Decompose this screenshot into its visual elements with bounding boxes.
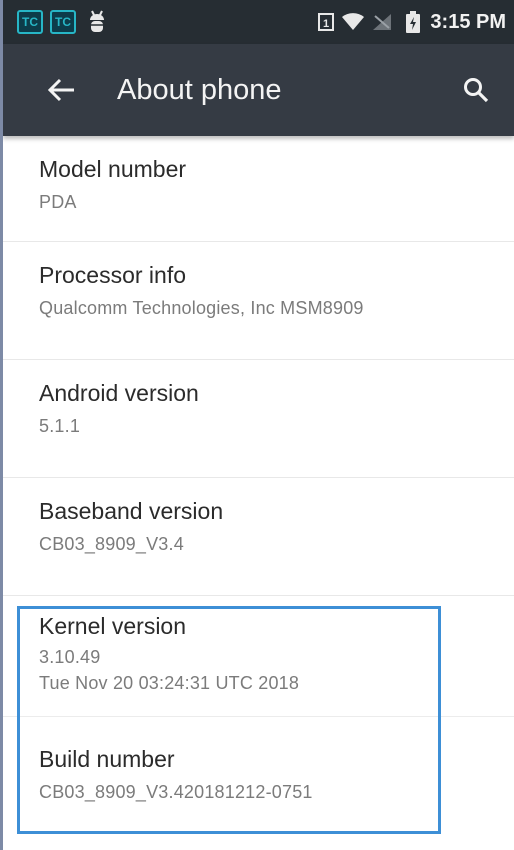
app-bar: About phone bbox=[3, 44, 514, 136]
wifi-icon bbox=[342, 13, 365, 31]
search-icon bbox=[463, 77, 489, 103]
item-title: Baseband version bbox=[39, 498, 224, 524]
item-title: Model number bbox=[39, 156, 187, 182]
page-title: About phone bbox=[117, 73, 282, 106]
back-button[interactable] bbox=[31, 60, 91, 120]
list-item-android-version[interactable]: Android version 5.1.1 bbox=[3, 360, 514, 478]
no-signal-icon bbox=[372, 13, 392, 31]
item-title: Processor info bbox=[39, 262, 187, 288]
android-debug-icon bbox=[87, 9, 107, 35]
status-bar: TC TC 1 3:15 PM bbox=[3, 0, 514, 44]
item-title: Build number bbox=[39, 746, 175, 772]
list-item-baseband-version[interactable]: Baseband version CB03_8909_V3.4 bbox=[3, 478, 514, 596]
status-time: 3:15 PM bbox=[430, 10, 506, 33]
tc-app-icon: TC bbox=[17, 10, 43, 34]
kernel-version-number: 3.10.49 bbox=[39, 647, 101, 667]
battery-charging-icon bbox=[406, 11, 421, 33]
list-item-model-number[interactable]: Model number PDA bbox=[3, 136, 514, 242]
item-value: PDA bbox=[39, 192, 77, 212]
sim-1-icon: 1 bbox=[318, 13, 335, 31]
about-phone-screen: TC TC 1 3:15 PM About phone Model number… bbox=[0, 0, 514, 850]
svg-text:1: 1 bbox=[323, 18, 329, 30]
about-phone-list: Model number PDA Processor info Qualcomm… bbox=[3, 136, 514, 827]
search-button[interactable] bbox=[452, 66, 500, 114]
tc-app-icon: TC bbox=[50, 10, 76, 34]
item-title: Kernel version bbox=[39, 613, 187, 639]
item-value: CB03_8909_V3.420181212-0751 bbox=[39, 782, 313, 802]
item-value: CB03_8909_V3.4 bbox=[39, 534, 184, 554]
back-arrow-icon bbox=[47, 78, 75, 102]
item-value: Qualcomm Technologies, Inc MSM8909 bbox=[39, 298, 364, 318]
kernel-build-date: Tue Nov 20 03:24:31 UTC 2018 bbox=[39, 673, 300, 693]
list-item-processor-info[interactable]: Processor info Qualcomm Technologies, In… bbox=[3, 242, 514, 360]
list-item-kernel-version[interactable]: Kernel version 3.10.49 Tue Nov 20 03:24:… bbox=[3, 596, 514, 717]
status-icons: 1 3:15 PM bbox=[310, 11, 506, 34]
item-value: 5.1.1 bbox=[39, 416, 81, 436]
item-title: Android version bbox=[39, 380, 199, 406]
list-item-build-number[interactable]: Build number CB03_8909_V3.420181212-0751 bbox=[3, 717, 514, 827]
item-value: 3.10.49 Tue Nov 20 03:24:31 UTC 2018 bbox=[39, 644, 514, 696]
